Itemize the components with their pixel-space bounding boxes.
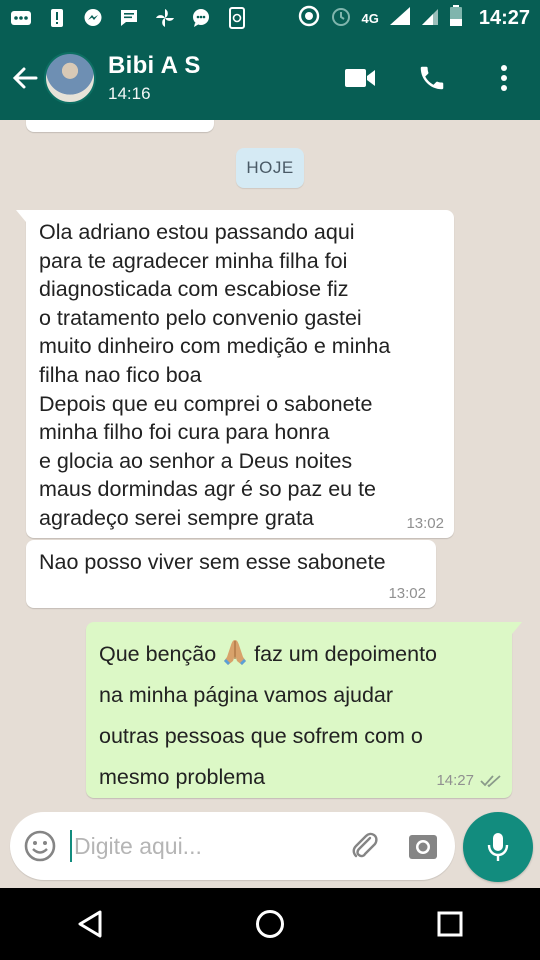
phone-sync-icon bbox=[226, 7, 248, 29]
alert-icon bbox=[46, 9, 68, 27]
status-bar: 4G 14:27 bbox=[0, 0, 540, 36]
message-input-placeholder: Digite aqui... bbox=[74, 832, 202, 859]
messenger-dots-icon bbox=[10, 9, 32, 27]
date-chip: HOJE bbox=[236, 148, 304, 188]
signal-icon bbox=[421, 6, 439, 31]
system-navigation-bar bbox=[0, 888, 540, 960]
paperclip-icon bbox=[352, 832, 378, 858]
pinwheel-icon bbox=[154, 9, 176, 27]
nav-recents-button[interactable] bbox=[410, 888, 490, 960]
contact-info[interactable]: Bibi A S 14:16 bbox=[108, 52, 201, 104]
folded-hands-icon bbox=[220, 637, 250, 667]
message-time: 13:02 bbox=[406, 515, 444, 532]
message-time: 13:02 bbox=[388, 585, 426, 602]
messenger-icon bbox=[82, 9, 104, 27]
message-input[interactable]: Digite aqui... bbox=[70, 812, 339, 880]
emoji-button[interactable] bbox=[10, 812, 70, 880]
signal-icon bbox=[389, 6, 411, 31]
alarm-icon bbox=[330, 5, 352, 32]
read-ticks-icon bbox=[480, 774, 502, 792]
status-time: 14:27 bbox=[478, 6, 530, 29]
data-saver-icon bbox=[298, 5, 320, 32]
nav-home-button[interactable] bbox=[230, 888, 310, 960]
contact-name: Bibi A S bbox=[108, 52, 201, 79]
message-time: 14:27 bbox=[436, 772, 474, 789]
chat-area[interactable]: HOJE Ola adriano estou passando aqui par… bbox=[0, 120, 540, 808]
chat-header: Bibi A S 14:16 bbox=[0, 36, 540, 120]
message-icon bbox=[118, 9, 140, 27]
more-options-button[interactable] bbox=[468, 36, 540, 120]
square-recents-icon bbox=[437, 911, 463, 937]
message-text: Nao posso viver sem esse sabonete bbox=[39, 550, 386, 574]
triangle-back-icon bbox=[78, 910, 102, 938]
more-vertical-icon bbox=[501, 65, 507, 91]
video-camera-icon bbox=[345, 69, 375, 87]
message-time-status: 14:27 bbox=[436, 772, 502, 792]
network-type: 4G bbox=[361, 10, 379, 26]
outgoing-message[interactable]: Que benção faz um depoimento na minha pág… bbox=[86, 622, 522, 798]
attach-button[interactable] bbox=[339, 812, 391, 880]
video-call-button[interactable] bbox=[324, 36, 396, 120]
battery-icon bbox=[449, 4, 463, 32]
voice-call-button[interactable] bbox=[396, 36, 468, 120]
camera-icon bbox=[409, 835, 437, 859]
back-button[interactable] bbox=[6, 36, 44, 120]
chat-bubble-icon bbox=[190, 9, 212, 27]
avatar[interactable] bbox=[44, 52, 96, 104]
message-text-part: Que benção bbox=[99, 642, 217, 666]
phone-icon bbox=[420, 66, 444, 90]
camera-button[interactable] bbox=[391, 812, 455, 880]
nav-back-button[interactable] bbox=[50, 888, 130, 960]
message-composer: Digite aqui... bbox=[10, 812, 455, 880]
text-caret bbox=[70, 830, 72, 862]
last-seen: 14:16 bbox=[108, 84, 151, 103]
incoming-message[interactable]: Ola adriano estou passando aqui para te … bbox=[16, 210, 454, 538]
previous-message-bubble[interactable] bbox=[26, 120, 214, 132]
smiley-icon bbox=[24, 830, 56, 862]
message-text: Ola adriano estou passando aqui para te … bbox=[39, 220, 391, 530]
arrow-left-icon bbox=[12, 67, 38, 89]
microphone-icon bbox=[487, 833, 509, 861]
circle-home-icon bbox=[256, 910, 284, 938]
voice-record-button[interactable] bbox=[463, 812, 533, 882]
incoming-message[interactable]: Nao posso viver sem esse sabonete 13:02 bbox=[26, 540, 436, 608]
